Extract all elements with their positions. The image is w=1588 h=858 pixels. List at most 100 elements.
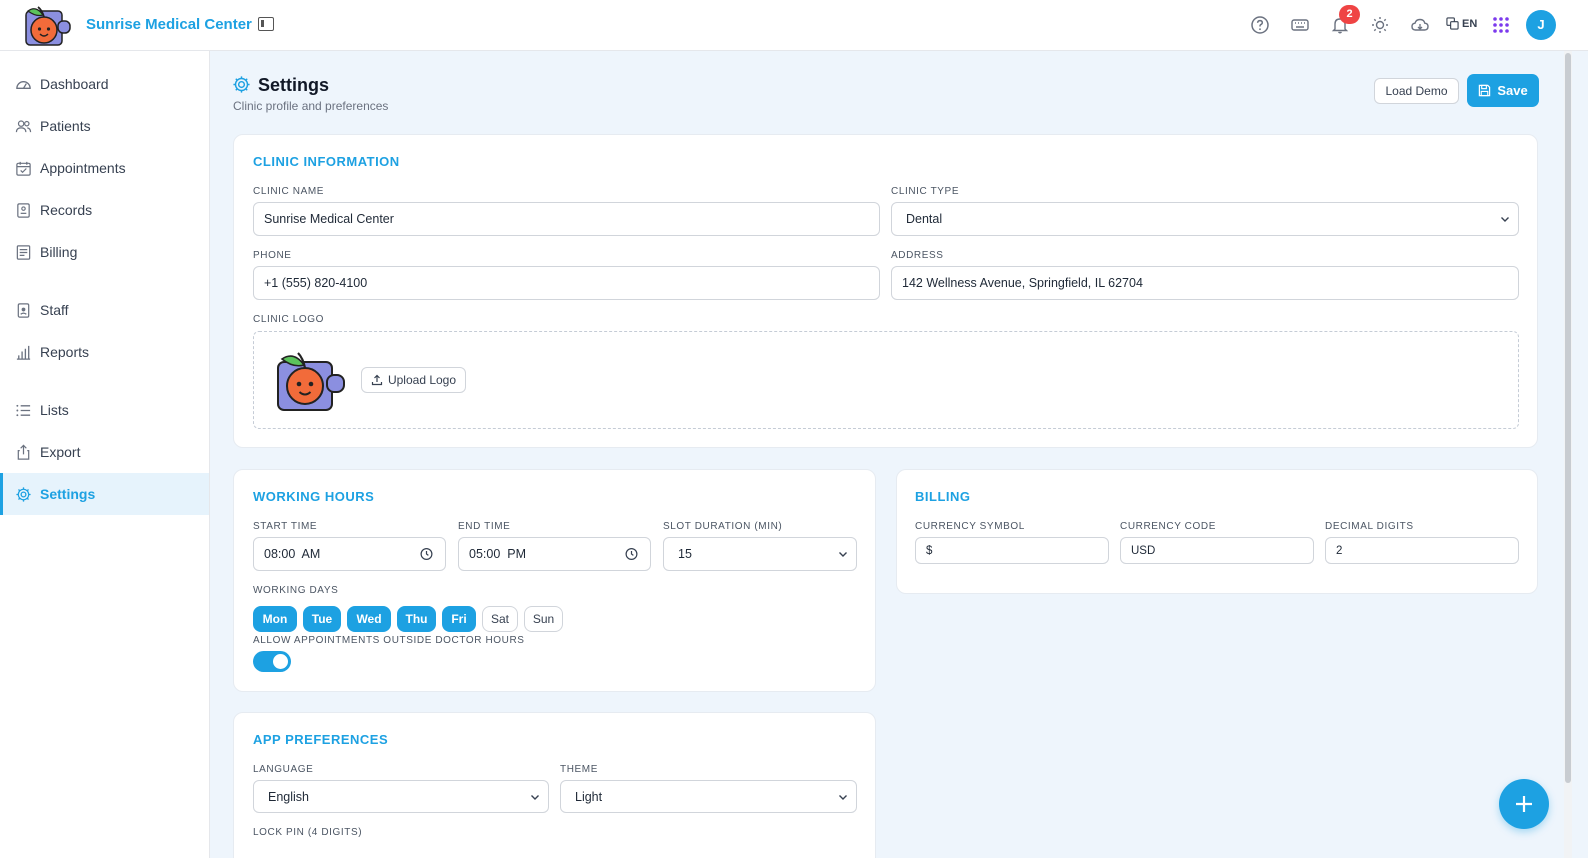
clinic-logo-preview (277, 352, 345, 411)
user-avatar[interactable]: J (1526, 10, 1556, 40)
keyboard-icon[interactable] (1290, 15, 1310, 35)
theme-select[interactable]: Light (560, 780, 857, 813)
chevron-down-icon (839, 552, 847, 557)
day-toggle-thu[interactable]: Thu (397, 606, 436, 632)
settings-gear-icon (233, 76, 250, 93)
save-button[interactable]: Save (1467, 74, 1539, 107)
calendar-check-icon (16, 161, 31, 176)
chevron-down-icon (531, 794, 539, 800)
theme-value: Light (575, 789, 603, 804)
decimal-digits-input[interactable]: 2 (1325, 537, 1519, 564)
sidebar-item-export[interactable]: Export (0, 431, 209, 473)
add-fab-button[interactable] (1499, 779, 1549, 829)
clinic-type-select[interactable]: Dental (891, 202, 1519, 236)
working-hours-title: WORKING HOURS (253, 489, 375, 504)
list-icon (16, 404, 31, 416)
clinic-type-label: CLINIC TYPE (891, 186, 960, 197)
sidebar-item-label: Dashboard (40, 76, 109, 92)
clock-icon (625, 548, 638, 560)
decimal-digits-label: DECIMAL DIGITS (1325, 521, 1414, 532)
sidebar-item-settings[interactable]: Settings (0, 473, 209, 515)
chevron-down-icon (1501, 217, 1509, 222)
working-days-label: WORKING DAYS (253, 585, 339, 596)
day-toggle-sun[interactable]: Sun (524, 606, 563, 632)
currency-symbol-input[interactable]: $ (915, 537, 1109, 564)
allow-outside-hours-label: ALLOW APPOINTMENTS OUTSIDE DOCTOR HOURS (253, 635, 525, 646)
theme-label: THEME (560, 764, 598, 775)
billing-title: BILLING (915, 489, 971, 504)
page-title: Settings (258, 75, 330, 95)
language-switcher[interactable]: EN (1446, 17, 1477, 30)
sidebar-item-staff[interactable]: Staff (0, 289, 209, 331)
plus-icon (1516, 796, 1532, 812)
start-time-value: 08:00 AM (264, 547, 321, 561)
slot-duration-value: 15 (678, 547, 692, 561)
load-demo-button[interactable]: Load Demo (1374, 78, 1459, 104)
currency-code-label: CURRENCY CODE (1120, 521, 1216, 532)
sidebar-item-reports[interactable]: Reports (0, 331, 209, 373)
phone-label: PHONE (253, 250, 292, 261)
end-time-input[interactable]: 05:00 PM (458, 537, 651, 571)
sidebar-item-billing[interactable]: Billing (0, 231, 209, 273)
language-label: LANGUAGE (253, 764, 314, 775)
sidebar-item-patients[interactable]: Patients (0, 105, 209, 147)
day-toggle-wed[interactable]: Wed (347, 606, 391, 632)
apps-grid-icon[interactable] (1491, 15, 1511, 35)
end-time-label: END TIME (458, 521, 511, 532)
upload-logo-button[interactable]: Upload Logo (361, 367, 466, 393)
day-toggle-fri[interactable]: Fri (442, 606, 476, 632)
allow-outside-hours-toggle[interactable] (253, 651, 291, 672)
clinic-type-value: Dental (906, 212, 943, 226)
language-label: EN (1462, 17, 1478, 30)
clinic-name-input[interactable]: Sunrise Medical Center (253, 202, 880, 236)
receipt-icon (16, 244, 31, 260)
sidebar-item-records[interactable]: Records (0, 189, 209, 231)
app-title: Sunrise Medical Center (86, 16, 252, 33)
address-label: ADDRESS (891, 250, 944, 261)
clinic-information-title: CLINIC INFORMATION (253, 154, 400, 169)
upload-icon (371, 374, 383, 386)
clinic-logo (25, 6, 71, 46)
currency-code-input[interactable]: USD (1120, 537, 1314, 564)
upload-logo-label: Upload Logo (387, 373, 457, 387)
start-time-input[interactable]: 08:00 AM (253, 537, 446, 571)
sidebar-item-label: Reports (40, 344, 90, 360)
sidebar-item-lists[interactable]: Lists (0, 389, 209, 431)
sidebar-item-label: Staff (40, 302, 69, 318)
badge-icon (17, 302, 30, 318)
language-value: English (268, 789, 309, 804)
help-icon[interactable] (1250, 15, 1270, 35)
sidebar-item-appointments[interactable]: Appointments (0, 147, 209, 189)
notification-badge: 2 (1339, 5, 1360, 24)
sidebar-item-dashboard[interactable]: Dashboard (0, 63, 209, 105)
users-icon (15, 119, 32, 132)
sidebar-item-label: Settings (40, 486, 96, 502)
clock-icon (420, 548, 433, 560)
day-toggle-mon[interactable]: Mon (253, 606, 297, 632)
sidebar-item-label: Billing (40, 244, 78, 260)
clinic-logo-label: CLINIC LOGO (253, 314, 325, 325)
cloud-download-icon[interactable] (1410, 15, 1430, 35)
phone-input[interactable]: +1 (555) 820-4100 (253, 266, 880, 300)
scrollbar-thumb[interactable] (1565, 53, 1571, 783)
sidebar: Dashboard Patients Appointments Records … (0, 51, 210, 858)
app-preferences-title: APP PREFERENCES (253, 732, 389, 747)
sidebar-toggle-icon[interactable] (258, 17, 274, 31)
save-label: Save (1497, 83, 1528, 98)
top-bar: Sunrise Medical Center 2 EN J (0, 0, 1588, 51)
sidebar-item-label: Records (40, 202, 93, 218)
start-time-label: START TIME (253, 521, 318, 532)
page-subtitle: Clinic profile and preferences (233, 99, 389, 113)
sun-icon[interactable] (1370, 15, 1390, 35)
day-toggle-sat[interactable]: Sat (482, 606, 518, 632)
bar-chart-icon (16, 345, 31, 360)
slot-duration-label: SLOT DURATION (MIN) (663, 521, 783, 532)
language-select[interactable]: English (253, 780, 549, 813)
save-disk-icon (1479, 84, 1491, 97)
slot-duration-select[interactable]: 15 (663, 537, 857, 571)
currency-symbol-label: CURRENCY SYMBOL (915, 521, 1025, 532)
address-input[interactable]: 142 Wellness Avenue, Springfield, IL 627… (891, 266, 1519, 300)
end-time-value: 05:00 PM (469, 547, 526, 561)
day-toggle-tue[interactable]: Tue (303, 606, 341, 632)
sidebar-item-label: Appointments (40, 160, 126, 176)
